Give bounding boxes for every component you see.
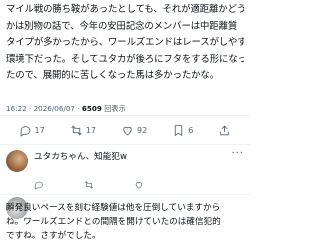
bookmark-icon: [175, 124, 183, 136]
reply-text: ユタカちゃん、知能犯w: [34, 150, 240, 164]
bookmark-button[interactable]: 6: [172, 124, 193, 137]
retweet-icon[interactable]: [84, 180, 94, 190]
reply-actions: [34, 180, 234, 190]
bookmark-count: 6: [188, 125, 194, 135]
post-text-line: 環境下だった。そしてユタカが後ろにフタをする形になっ: [6, 53, 244, 65]
post-text-line: タイプが多かったから、ワールズエンドはレースがしやすい: [6, 37, 244, 49]
retweet-count: 17: [85, 125, 96, 135]
retweet-icon: [71, 125, 82, 135]
post-text-line: マイル戦の勝ち鞍があったとしても、それが適距離かどうか: [6, 4, 244, 15]
reply-text-line: ですね。さすがでした。: [6, 231, 101, 241]
post-views-label: 回表示: [104, 104, 126, 113]
heart-icon[interactable]: [134, 180, 144, 190]
like-count: 92: [137, 125, 148, 135]
reply-button[interactable]: 17: [19, 124, 45, 137]
divider: [0, 144, 250, 145]
share-icon: [220, 125, 230, 135]
reply-icon[interactable]: [34, 180, 44, 190]
avatar[interactable]: [6, 150, 28, 172]
like-button[interactable]: 92: [121, 124, 147, 137]
post-views: 6509: [81, 104, 102, 113]
post-time: 16:22: [6, 104, 27, 113]
reply-text-line: ね。ワールズエンドとの間隔を開けていたのは確信犯的: [6, 217, 221, 227]
reply-text: 瞬発良いペースを刻む経験値は他を圧倒していますから ね。ワールズエンドとの間隔を…: [6, 201, 244, 243]
reply-icon: [20, 125, 30, 137]
post-text-line: かは別物の話で、今年の安田記念のメンバーは中距離質: [6, 20, 238, 32]
reply-text-line: ユタカちゃん、知能犯w: [34, 152, 127, 162]
post-actions: 17 17 92 6: [0, 116, 250, 144]
post-text-line: たので、展開的に苦しくなった馬は多かったかな。: [6, 70, 219, 82]
heart-icon: [123, 126, 132, 135]
share-button[interactable]: [218, 124, 231, 137]
reply-text-line: 瞬発良いペースを刻む経験値は他を圧倒していますから: [6, 203, 221, 213]
reply-count: 17: [34, 125, 45, 135]
post-body: マイル戦の勝ち鞍があったとしても、それが適距離かどうか かは別物の話で、今年の安…: [6, 2, 244, 85]
reply-item[interactable]: ユタカちゃん、知能犯w ···: [0, 146, 250, 194]
more-options-icon[interactable]: ···: [231, 148, 244, 159]
post-date: 2026/06/07: [33, 104, 76, 113]
reply-item[interactable]: 瞬発良いペースを刻む経験値は他を圧倒していますから ね。ワールズエンドとの間隔を…: [0, 195, 250, 242]
post-meta: 16:22 · 2026/06/07 · 6509 回表示: [6, 104, 126, 113]
retweet-button[interactable]: 17: [70, 124, 96, 137]
